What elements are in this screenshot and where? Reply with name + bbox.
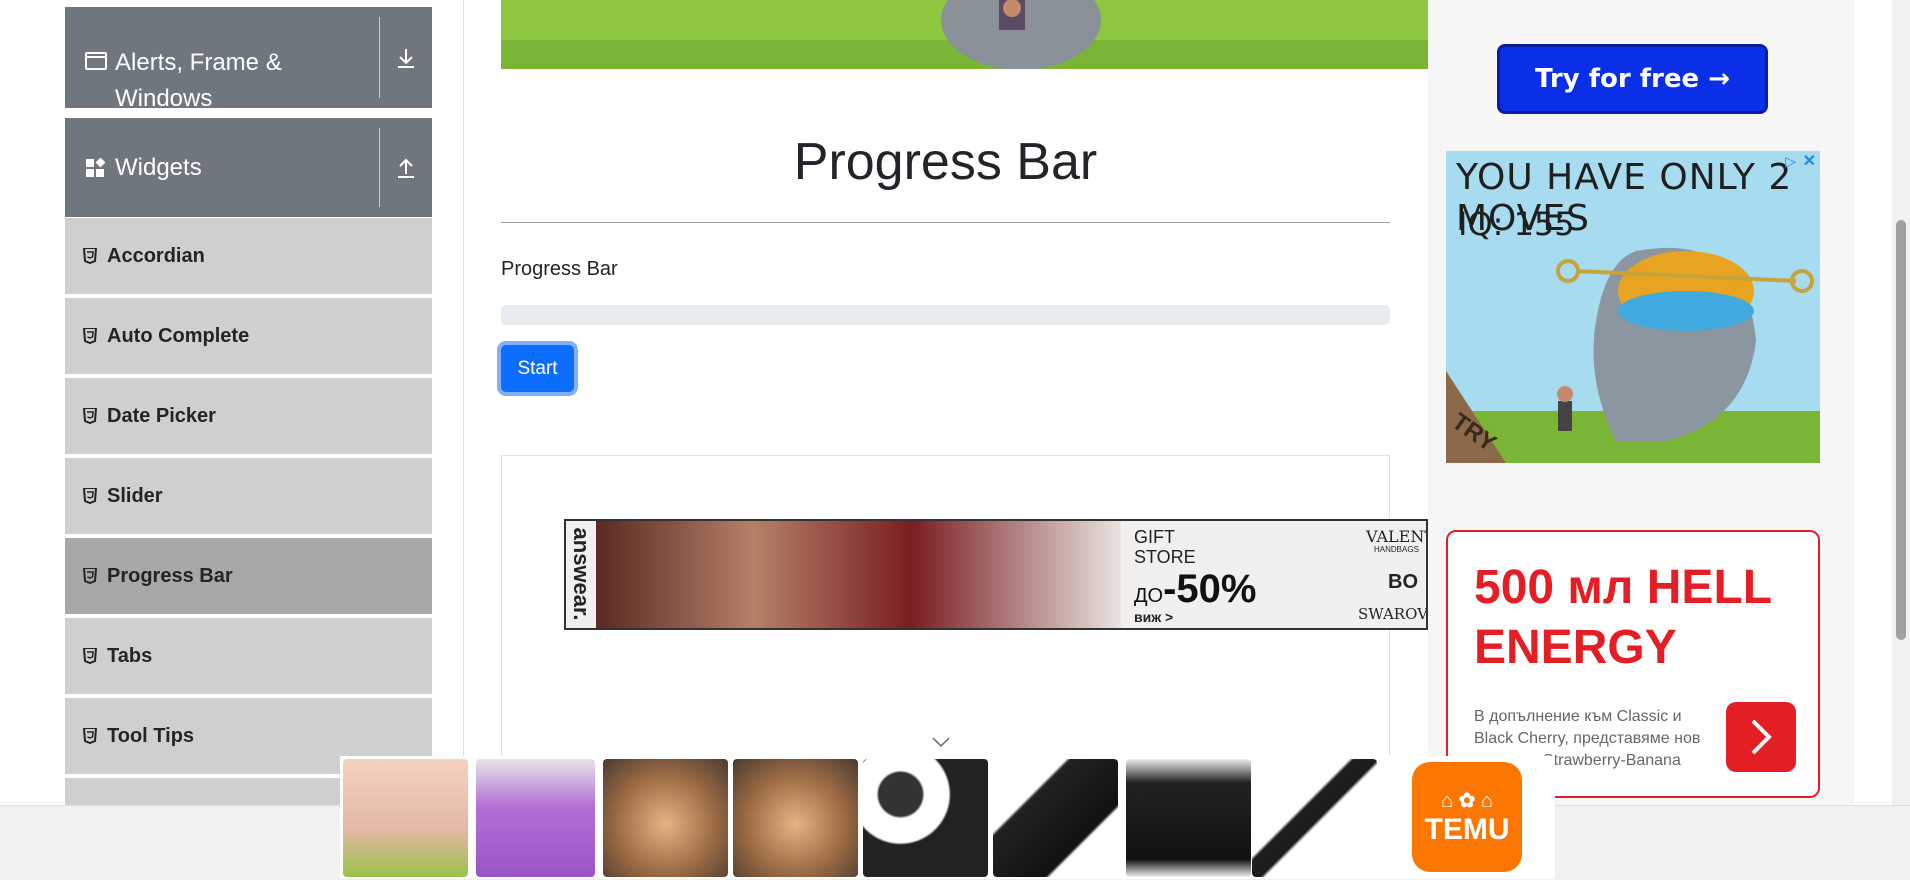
sidebar-item-label: Slider <box>107 484 163 507</box>
sidebar-item-label: Tabs <box>107 644 153 667</box>
product-thumb-4[interactable] <box>733 759 858 877</box>
html5-icon <box>83 568 97 584</box>
html5-icon <box>83 328 97 344</box>
download-icon[interactable] <box>379 17 432 98</box>
sidebar-item-slider[interactable]: Slider <box>65 458 432 536</box>
html5-icon <box>83 648 97 664</box>
sidebar-item-accordian[interactable]: Accordian <box>65 218 432 296</box>
title-divider <box>501 222 1390 223</box>
product-thumb-6[interactable] <box>993 759 1118 877</box>
group-widgets[interactable]: Widgets <box>65 118 432 217</box>
game-ad[interactable]: YOU HAVE ONLY 2 MOVES IQ: 155 TRY ▷ ✕ <box>1446 151 1820 463</box>
page-title: Progress Bar <box>793 133 1098 191</box>
product-photo <box>596 521 1121 628</box>
sidebar-item-auto-complete[interactable]: Auto Complete <box>65 298 432 376</box>
ad-brand2: VALENTI <box>1366 527 1426 546</box>
sidebar-item-label: Tool Tips <box>107 724 195 747</box>
html5-icon <box>83 728 97 744</box>
ad-brand2-sub: HANDBAGS <box>1374 545 1419 554</box>
chevron-right-icon[interactable] <box>1726 702 1796 772</box>
temu-icons: ⌂ ✿ ⌂ <box>1440 789 1494 812</box>
progress-bar-label: Progress Bar <box>501 258 618 280</box>
sidebar-item-label: Auto Complete <box>107 324 250 347</box>
answear-banner-ad[interactable]: answear. GIFT STORE ДО -50% виж > VALENT… <box>564 519 1428 630</box>
ad-line1: GIFT <box>1134 527 1175 547</box>
window-icon <box>85 51 109 75</box>
temu-logo[interactable]: ⌂ ✿ ⌂ TEMU <box>1412 762 1522 872</box>
scrollbar-thumb[interactable] <box>1896 220 1906 640</box>
adchoices-icon[interactable]: ▷ <box>1785 153 1796 170</box>
group-alerts-frame-windows[interactable]: Alerts, Frame & Windows <box>65 7 432 112</box>
product-thumb-1[interactable] <box>343 759 468 877</box>
ad-brand3: BO <box>1388 571 1418 593</box>
product-thumb-8[interactable] <box>1252 759 1377 877</box>
brand-vertical: answear. <box>569 527 594 621</box>
start-button[interactable]: Start <box>501 345 574 392</box>
close-icon[interactable]: ✕ <box>1803 151 1816 171</box>
ad-line2: STORE <box>1134 547 1196 567</box>
chevron-down-icon[interactable] <box>931 735 951 753</box>
sidebar-item-progress-bar[interactable]: Progress Bar <box>65 538 432 616</box>
product-thumb-5[interactable] <box>863 759 988 877</box>
temu-label: TEMU <box>1424 812 1510 846</box>
energy-headline: 500 мл HELL ENERGY <box>1474 561 1772 674</box>
sidebar-item-label: Date Picker <box>107 404 216 427</box>
sidebar-item-date-picker[interactable]: Date Picker <box>65 378 432 456</box>
product-thumb-3[interactable] <box>603 759 728 877</box>
group-label: Widgets <box>115 153 202 181</box>
ad-discount: -50% <box>1163 567 1257 611</box>
product-thumb-7[interactable] <box>1126 759 1251 877</box>
upload-icon[interactable] <box>379 128 432 207</box>
ad-brand4: SWAROV <box>1358 605 1428 623</box>
widgets-icon <box>85 156 109 180</box>
try-for-free-button[interactable]: Try for free → <box>1497 44 1768 114</box>
ad-prefix: ДО <box>1134 585 1164 607</box>
top-game-banner[interactable] <box>501 0 1428 69</box>
html5-icon <box>83 408 97 424</box>
sidebar-item-label: Accordian <box>107 244 205 267</box>
html5-icon <box>83 488 97 504</box>
product-thumb-2[interactable] <box>476 759 595 877</box>
ad-cta[interactable]: виж > <box>1134 609 1173 625</box>
group-label: Alerts, Frame & Windows <box>115 49 282 112</box>
sidebar-item-tabs[interactable]: Tabs <box>65 618 432 696</box>
progress-bar <box>501 305 1390 325</box>
html5-icon <box>83 248 97 264</box>
sidebar-item-label: Progress Bar <box>107 564 233 587</box>
